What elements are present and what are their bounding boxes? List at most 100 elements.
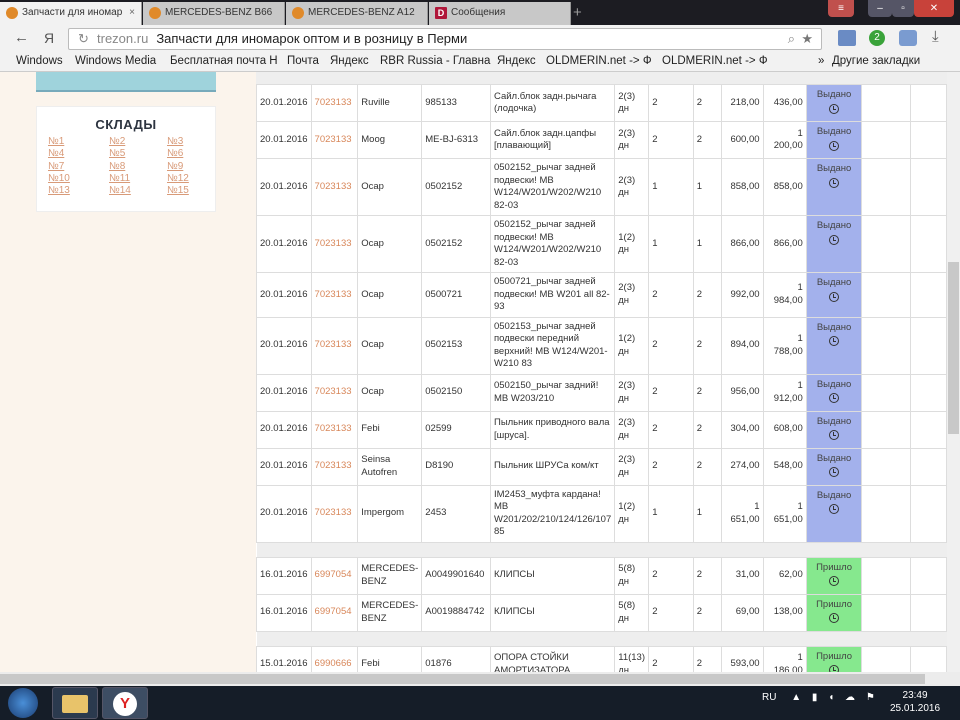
warehouse-link[interactable]: №8 — [109, 161, 167, 173]
history-icon[interactable] — [829, 393, 840, 403]
date-cell: 20.01.2016 — [256, 272, 312, 318]
bookmark-windows-media[interactable]: Windows Media — [75, 55, 156, 67]
order-number-link[interactable]: 7023133 — [310, 272, 359, 318]
warehouse-link[interactable]: №6 — [167, 148, 217, 160]
warehouse-link[interactable]: №14 — [109, 185, 167, 197]
history-icon[interactable] — [829, 177, 840, 188]
price-cell: 274,00 — [721, 447, 764, 486]
empty-cell — [910, 556, 947, 595]
order-number-link[interactable]: 7023133 — [310, 316, 359, 375]
order-number-link[interactable]: 7023133 — [310, 484, 359, 543]
warehouse-link[interactable]: №12 — [167, 173, 217, 185]
history-icon[interactable] — [829, 576, 840, 586]
order-number-link[interactable]: 7023133 — [310, 121, 359, 159]
bookmark-yandex-2[interactable]: Яндекс — [497, 55, 536, 67]
search-icon[interactable]: ⌕ — [788, 29, 795, 49]
bookmark-free-mail[interactable]: Бесплатная почта H — [170, 55, 278, 67]
history-icon[interactable] — [829, 140, 840, 151]
warehouse-link[interactable]: №4 — [48, 148, 109, 160]
connection-icon[interactable]: ☁ — [845, 692, 855, 703]
history-icon[interactable] — [829, 234, 840, 245]
order-number-link[interactable]: 6997054 — [310, 593, 359, 632]
warehouse-link[interactable]: №5 — [109, 148, 167, 160]
back-icon[interactable]: ← — [14, 29, 29, 46]
bookmark-pochta[interactable]: Почта — [287, 55, 319, 67]
maximize-icon[interactable]: ▫ — [892, 0, 914, 17]
sum-cell: 436,00 — [762, 84, 807, 122]
history-icon[interactable] — [829, 467, 840, 477]
bookmark-windows[interactable]: Windows — [16, 55, 63, 67]
horizontal-scrollbar-thumb[interactable] — [0, 674, 925, 684]
minimize-icon[interactable]: – — [868, 0, 892, 17]
download-icon[interactable]: ⤓ — [932, 28, 939, 45]
warehouse-link[interactable]: №9 — [167, 161, 217, 173]
site-favicon-icon — [149, 7, 161, 19]
order-number-link[interactable]: 7023133 — [310, 215, 359, 273]
warehouse-link[interactable]: №7 — [48, 161, 109, 173]
history-icon[interactable] — [829, 504, 840, 514]
bookmark-star-icon[interactable]: ★ — [801, 29, 813, 49]
quantity-cell: 2 — [648, 410, 694, 449]
order-number-link[interactable]: 7023133 — [310, 373, 359, 412]
warehouse-link[interactable]: №2 — [109, 136, 167, 148]
address-bar[interactable]: ↻ trezon.ru Запчасти для иномарок оптом и… — [68, 28, 822, 50]
vertical-scrollbar-thumb[interactable] — [948, 262, 959, 434]
tab-mercedes-b66[interactable]: MERCEDES-BENZ B66 — [143, 2, 285, 25]
close-window-icon[interactable]: ✕ — [914, 0, 954, 17]
warehouse-link[interactable]: №10 — [48, 173, 109, 185]
history-icon[interactable] — [829, 430, 840, 440]
action-center-flag-icon[interactable]: ⚑ — [866, 692, 875, 703]
warehouse-link[interactable]: №1 — [48, 136, 109, 148]
warehouse-link[interactable]: №11 — [109, 173, 167, 185]
description-cell: КЛИПСЫ — [489, 593, 616, 632]
order-number-link[interactable]: 7023133 — [310, 447, 359, 486]
status-label: Выдано — [816, 89, 852, 100]
order-number-link[interactable]: 7023133 — [310, 410, 359, 449]
tab-mercedes-a12[interactable]: MERCEDES-BENZ A12 — [286, 2, 428, 25]
other-bookmarks[interactable]: Другие закладки — [832, 55, 920, 67]
tab-label: MERCEDES-BENZ A12 — [308, 7, 415, 18]
reload-icon[interactable]: ↻ — [78, 29, 89, 49]
delivery-term-cell: 2(3) дн — [614, 373, 650, 412]
price-cell: 858,00 — [721, 158, 764, 216]
close-tab-icon[interactable]: × — [129, 7, 135, 18]
warehouse-link[interactable]: №15 — [167, 185, 217, 197]
notifications-badge[interactable]: 2 — [869, 30, 885, 46]
sum-cell: 608,00 — [762, 410, 807, 449]
warehouse-link[interactable]: №3 — [167, 136, 217, 148]
volume-icon[interactable]: ◖ — [828, 692, 834, 703]
yandex-browser-taskbar-button[interactable]: Y — [102, 687, 148, 719]
history-icon[interactable] — [829, 291, 840, 302]
quantity-confirmed-cell: 2 — [692, 410, 723, 449]
explorer-taskbar-button[interactable] — [52, 687, 98, 719]
order-number-link[interactable]: 7023133 — [310, 158, 359, 216]
new-tab-icon[interactable]: + — [573, 4, 582, 21]
weather-icon[interactable] — [899, 30, 917, 46]
network-icon[interactable]: ▮ — [812, 692, 818, 703]
tab-messages[interactable]: D Сообщения — [429, 2, 571, 25]
warehouse-link[interactable]: №13 — [48, 185, 109, 197]
more-bookmarks-icon[interactable]: » — [818, 55, 824, 67]
status-label: Выдано — [816, 378, 852, 390]
tab-zapchasti[interactable]: Запчасти для иномар × — [0, 2, 142, 25]
mail-icon[interactable] — [838, 30, 856, 46]
order-number-link[interactable]: 6997054 — [310, 556, 359, 595]
history-icon[interactable] — [829, 613, 840, 623]
table-row: 20.01.2016 7023133 Ocap 0500721 0500721_рыча… — [256, 272, 947, 318]
empty-cell — [861, 158, 911, 216]
show-hidden-icons[interactable]: ▲ — [791, 692, 801, 703]
history-icon[interactable] — [829, 103, 840, 114]
bookmark-rbr-russia[interactable]: RBR Russia - Главна — [380, 55, 490, 67]
bookmark-oldmerin-2[interactable]: OLDMERIN.net -> Ф — [662, 55, 768, 67]
yandex-icon[interactable]: Я — [44, 30, 54, 46]
order-number-link[interactable]: 7023133 — [310, 84, 359, 122]
history-icon[interactable] — [829, 336, 840, 346]
menu-icon[interactable]: ≡ — [828, 0, 854, 17]
language-indicator[interactable]: RU — [762, 692, 776, 703]
start-button[interactable] — [8, 688, 38, 718]
system-clock[interactable]: 23:49 25.01.2016 — [890, 689, 940, 715]
table-row: 20.01.2016 7023133 Febi 02599 Пыльник привод… — [256, 410, 947, 449]
bookmark-oldmerin-1[interactable]: OLDMERIN.net -> Ф — [546, 55, 652, 67]
empty-cell — [861, 556, 911, 595]
bookmark-yandex[interactable]: Яндекс — [330, 55, 369, 67]
